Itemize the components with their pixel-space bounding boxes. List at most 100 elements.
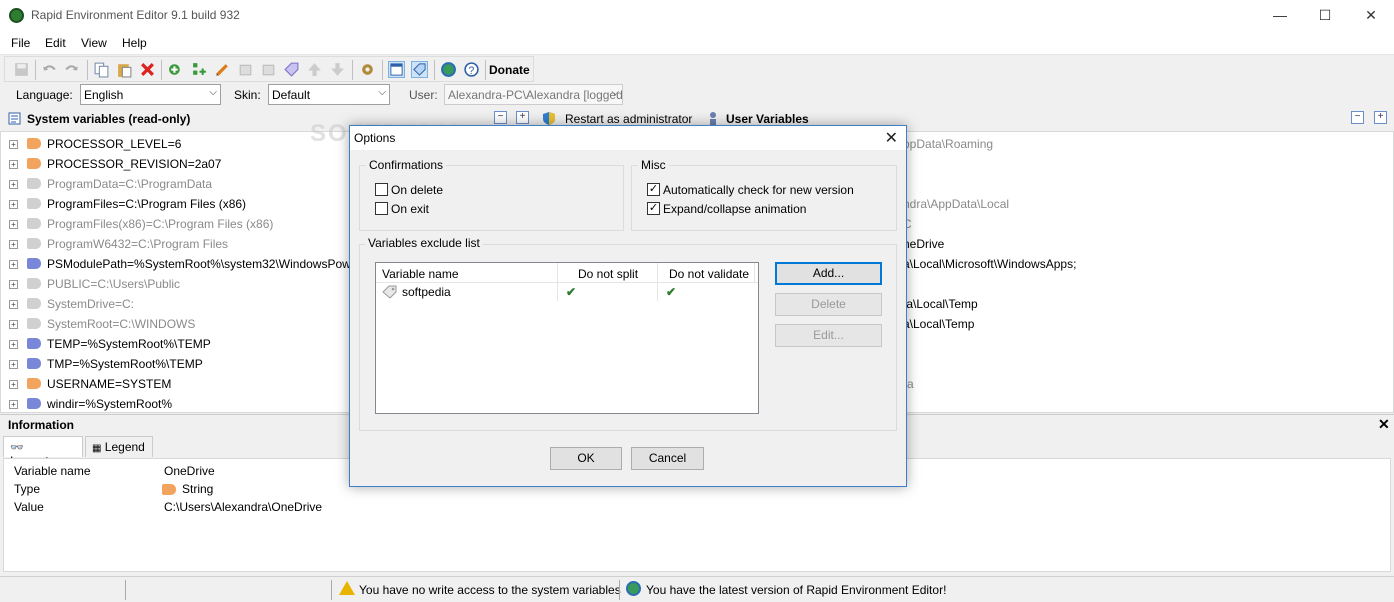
uac-shield-icon <box>543 112 555 125</box>
edit-button[interactable]: Edit... <box>775 324 882 347</box>
expand-icon[interactable]: + <box>9 340 18 349</box>
help-icon[interactable]: ? <box>463 61 480 78</box>
expand-icon[interactable]: + <box>9 300 18 309</box>
move-down-icon[interactable] <box>329 61 346 78</box>
system-panel-title: System variables (read-only) <box>27 112 191 126</box>
close-button[interactable]: ✕ <box>1348 0 1394 31</box>
cut-icon[interactable] <box>237 61 254 78</box>
expand-icon[interactable]: + <box>9 160 18 169</box>
user-variable-text: neDrive <box>903 237 945 251</box>
paste-icon[interactable] <box>116 61 133 78</box>
expand-icon[interactable]: + <box>9 200 18 209</box>
edit-pencil-icon[interactable] <box>214 61 231 78</box>
title-bar: Rapid Environment Editor 9.1 build 932 —… <box>0 0 1394 31</box>
skin-select[interactable]: Default ⌵ <box>268 84 390 105</box>
exclude-row-name: softpedia <box>402 285 451 299</box>
variable-tag-icon <box>27 178 41 189</box>
expand-all-button[interactable]: + <box>1374 111 1387 124</box>
variable-text: ProgramW6432=C:\Program Files <box>47 237 229 251</box>
table-row[interactable]: softpedia ✔ ✔ <box>376 283 758 301</box>
chevron-down-icon: ⌵ <box>611 87 619 98</box>
expand-icon[interactable]: + <box>9 240 18 249</box>
expand-icon[interactable]: + <box>9 320 18 329</box>
user-variable-text: a\Local\Microsoft\WindowsApps; <box>903 257 1077 271</box>
delete-button[interactable]: Delete <box>775 293 882 316</box>
expand-anim-checkbox[interactable]: ✓ <box>647 202 660 215</box>
info-panel-icon[interactable] <box>388 61 405 78</box>
col-do-not-validate[interactable]: Do not validate <box>669 267 749 281</box>
user-icon <box>710 112 716 125</box>
variable-tag-icon <box>27 258 41 269</box>
on-delete-checkbox[interactable] <box>375 183 388 196</box>
tab-inspector[interactable]: 👓 Inspector <box>3 436 83 468</box>
variable-tag-icon <box>27 338 41 349</box>
expand-icon[interactable]: + <box>9 180 18 189</box>
window-title: Rapid Environment Editor 9.1 build 932 <box>31 8 240 22</box>
donate-button[interactable]: Donate <box>489 63 530 77</box>
string-tag-icon <box>162 484 176 495</box>
exclude-listview[interactable]: Variable name Do not split Do not valida… <box>375 262 759 414</box>
expand-icon[interactable]: + <box>9 220 18 229</box>
update-globe-icon[interactable] <box>440 61 457 78</box>
variable-text: PSModulePath=%SystemRoot%\system32\Windo… <box>47 257 386 271</box>
expand-icon[interactable]: + <box>9 360 18 369</box>
restart-admin-link[interactable]: Restart as administrator <box>565 112 692 126</box>
cancel-button[interactable]: Cancel <box>631 447 704 470</box>
delete-icon[interactable] <box>139 61 156 78</box>
expand-icon[interactable]: + <box>9 280 18 289</box>
user-variable-text: ppData\Roaming <box>903 137 994 151</box>
expand-icon[interactable]: + <box>9 260 18 269</box>
tab-legend[interactable]: ▦ Legend <box>85 436 153 457</box>
variable-tag-icon <box>27 378 41 389</box>
close-icon[interactable]: ✕ <box>1378 416 1390 433</box>
dialog-close-button[interactable]: ✕ <box>885 128 898 148</box>
information-title: Information <box>8 418 74 432</box>
col-variable-name[interactable]: Variable name <box>382 267 459 281</box>
variable-text: PUBLIC=C:\Users\Public <box>47 277 181 291</box>
variable-tag-icon <box>27 158 41 169</box>
menu-edit[interactable]: Edit <box>45 36 66 50</box>
language-select[interactable]: English ⌵ <box>80 84 221 105</box>
auto-check-checkbox[interactable]: ✓ <box>647 183 660 196</box>
variable-text: windir=%SystemRoot% <box>47 397 173 411</box>
expand-icon[interactable]: + <box>9 380 18 389</box>
collapse-all-button[interactable]: − <box>494 111 507 124</box>
app-logo-icon <box>9 8 24 23</box>
expand-all-button[interactable]: + <box>516 111 529 124</box>
redo-icon[interactable] <box>63 61 80 78</box>
user-value: Alexandra-PC\Alexandra [logged <box>448 88 623 102</box>
misc-label: Misc <box>638 158 669 172</box>
inspector-value: C:\Users\Alexandra\OneDrive <box>164 500 323 514</box>
options-gear-icon[interactable] <box>359 61 376 78</box>
undo-icon[interactable] <box>41 61 58 78</box>
user-select[interactable]: Alexandra-PC\Alexandra [logged ⌵ <box>444 84 623 105</box>
move-up-icon[interactable] <box>306 61 323 78</box>
add-value-icon[interactable] <box>191 61 208 78</box>
collapse-all-button[interactable]: − <box>1351 111 1364 124</box>
tag-icon[interactable] <box>283 61 300 78</box>
add-variable-icon[interactable] <box>167 61 184 78</box>
copy-icon[interactable] <box>93 61 110 78</box>
col-do-not-split[interactable]: Do not split <box>578 267 638 281</box>
menu-help[interactable]: Help <box>122 36 147 50</box>
variable-tag-icon <box>27 398 41 409</box>
menu-file[interactable]: File <box>11 36 30 50</box>
variable-text: ProgramFiles=C:\Program Files (x86) <box>47 197 247 211</box>
ok-button[interactable]: OK <box>550 447 622 470</box>
minimize-button[interactable]: — <box>1257 0 1303 31</box>
expand-icon[interactable]: + <box>9 140 18 149</box>
menu-view[interactable]: View <box>81 36 107 50</box>
maximize-button[interactable]: ☐ <box>1302 0 1348 31</box>
confirmations-group: Confirmations On delete On exit <box>359 158 624 231</box>
language-value: English <box>84 88 124 102</box>
svg-text:?: ? <box>468 65 474 77</box>
duplicate-icon[interactable] <box>260 61 277 78</box>
status-version: You have the latest version of Rapid Env… <box>646 583 947 597</box>
legend-tag-icon[interactable] <box>411 61 428 78</box>
options-bar: Language: English ⌵ Skin: Default ⌵ User… <box>0 83 1394 107</box>
save-icon[interactable] <box>13 61 30 78</box>
on-exit-checkbox[interactable] <box>375 202 388 215</box>
expand-icon[interactable]: + <box>9 400 18 409</box>
add-button[interactable]: Add... <box>775 262 882 285</box>
on-delete-label: On delete <box>391 183 444 197</box>
